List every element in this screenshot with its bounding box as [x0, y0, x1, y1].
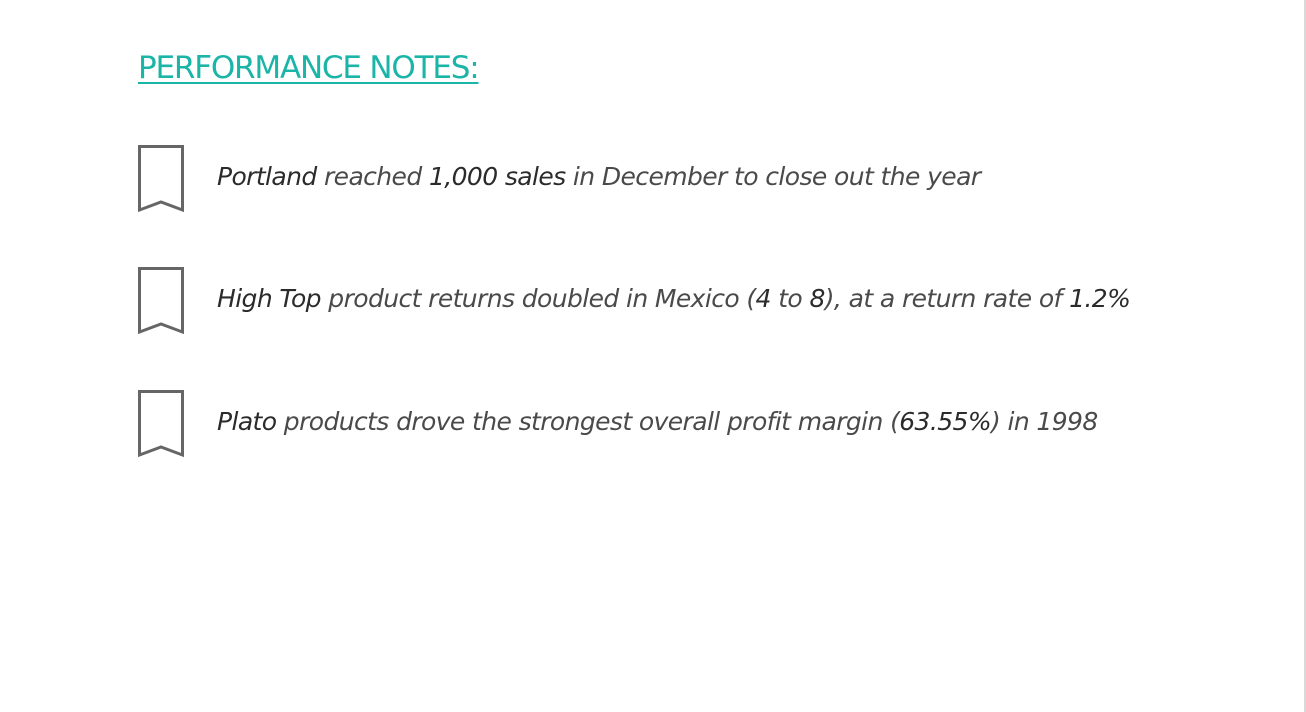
note-segment: in December to close out the year [565, 162, 981, 191]
page-title: PERFORMANCE NOTES: [138, 50, 480, 86]
note-segment: 1.2% [1069, 284, 1131, 313]
note-text: High Top product returns doubled in Mexi… [217, 279, 1131, 319]
note-segment: 4 [755, 284, 772, 313]
note-text: Plato products drove the strongest overa… [217, 402, 1098, 442]
bookmark-icon [138, 267, 184, 335]
note-item: High Top product returns doubled in Mexi… [138, 267, 1238, 335]
note-segment: product returns doubled in Mexico ( [320, 284, 756, 313]
note-segment: ) in 1998 [990, 407, 1098, 436]
note-segment: Plato [217, 407, 277, 436]
note-segment: products drove the strongest overall pro… [276, 407, 900, 436]
note-segment: 1,000 sales [428, 162, 566, 191]
note-segment: reached [316, 162, 429, 191]
note-text: Portland reached 1,000 sales in December… [217, 157, 981, 197]
note-item: Portland reached 1,000 sales in December… [138, 145, 1238, 213]
bookmark-icon [138, 145, 184, 213]
note-segment: 8 [809, 284, 825, 313]
note-segment: Portland [217, 162, 317, 191]
note-segment: ), at a return rate of [824, 284, 1070, 313]
note-segment: to [770, 284, 810, 313]
note-item: Plato products drove the strongest overa… [138, 390, 1238, 458]
bookmark-icon [138, 390, 184, 458]
note-segment: High Top [217, 284, 322, 313]
note-segment: 63.55% [899, 407, 991, 436]
